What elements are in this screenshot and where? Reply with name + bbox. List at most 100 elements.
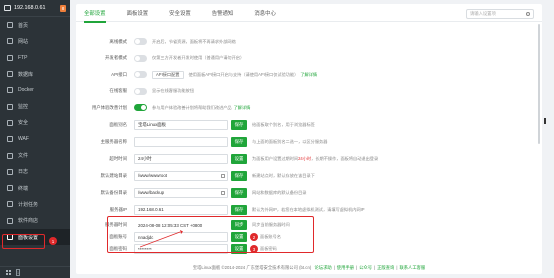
field-label: 默认备份目录 <box>100 189 127 195</box>
search-input[interactable]: 请输入设置项 <box>466 9 534 19</box>
tab-0[interactable]: 全部设置 <box>84 4 106 23</box>
tab-3[interactable]: 告警通知 <box>212 4 234 22</box>
menu-grid-icon[interactable] <box>6 269 12 276</box>
field-action-button[interactable]: 保存 <box>231 119 247 130</box>
api-config-button[interactable]: API接口配置 <box>152 70 184 79</box>
footer-separator: | <box>355 265 358 270</box>
ftp-icon <box>7 54 13 61</box>
folder-icon[interactable] <box>221 190 225 195</box>
toggle-label: 开发者模式 <box>105 55 127 60</box>
tab-2[interactable]: 安全设置 <box>169 4 191 22</box>
footer-link[interactable]: 使用手册 <box>337 265 354 270</box>
search-icon[interactable] <box>526 12 530 16</box>
sidebar-item-label: 软件商店 <box>18 218 39 225</box>
annotation-1: 1 <box>49 237 57 245</box>
field-value: /www/wwwroot <box>138 173 168 178</box>
sidebar-item-12[interactable]: 软件商店 <box>0 213 70 229</box>
toggle-row: API接口 API接口配置 使用面板API接口开启与支持（请使用API接口仅试验功能… <box>76 69 317 80</box>
sidebar-item-10[interactable]: 终端 <box>0 180 70 196</box>
field-row: 面板别名 宝塔Linux面板 保存 给面板取个别名，用于浏览器标签 <box>76 119 315 130</box>
footer-link[interactable]: 论坛求助 <box>314 265 331 270</box>
footer-separator: | <box>374 265 376 270</box>
sidebar-item-0[interactable]: 首页 <box>0 17 70 33</box>
field-label: 主服务器名称 <box>100 138 127 144</box>
sidebar-item-11[interactable]: 计划任务 <box>0 196 70 212</box>
store-icon <box>7 217 13 224</box>
sidebar-item-5[interactable]: 监控 <box>0 98 70 114</box>
field-action-button[interactable]: 保存 <box>231 187 247 198</box>
terminal-icon <box>7 185 13 192</box>
toggle-label: 用户体验改善计划 <box>91 104 127 110</box>
annotation-arrow <box>140 230 183 248</box>
learn-more-link[interactable]: 了解详情 <box>234 105 251 111</box>
toggle-switch[interactable] <box>134 38 147 45</box>
field-label: 面板别名 <box>109 121 127 127</box>
sidebar-item-label: 数据库 <box>18 71 34 78</box>
text-cursor-icon <box>544 118 546 124</box>
toggle-label: 离线模式 <box>109 38 127 44</box>
server-header[interactable]: 192.168.0.61 8 <box>0 0 70 17</box>
footer-link[interactable]: 联系人工客服 <box>399 265 425 270</box>
field-desc: 为面板用户设置过期时间24小时，长期不操作，面板将自动退出登录 <box>252 155 379 161</box>
footer-link[interactable]: 公众号 <box>359 265 372 270</box>
toggle-label: 在线客服 <box>109 88 127 93</box>
monitor-icon <box>7 103 13 110</box>
field-input[interactable]: /www/backup <box>134 187 228 198</box>
sidebar-count[interactable]: 1 <box>16 269 20 276</box>
sidebar-item-9[interactable]: 日志 <box>0 164 70 180</box>
highlight-box-settings <box>2 234 45 249</box>
footer-link[interactable]: 正版查询 <box>377 265 394 270</box>
field-input[interactable]: 192.168.0.61 <box>134 204 228 215</box>
field-action-button[interactable]: 保存 <box>231 136 247 147</box>
field-value: 24小时 <box>138 155 152 161</box>
sidebar-item-label: WAF <box>18 136 29 143</box>
toggle-switch[interactable] <box>134 54 147 62</box>
shield-icon <box>7 119 13 126</box>
field-action-button[interactable]: 设置 <box>231 153 247 164</box>
timeout-desc-tail: ，长期不操作，面板将自动退出登录 <box>311 155 379 161</box>
field-label: 默认建站目录 <box>100 172 127 178</box>
sidebar-item-4[interactable]: Docker <box>0 82 70 98</box>
field-desc: 新建站点时，默认存放在该目录下 <box>252 172 315 178</box>
server-ip: 192.168.0.61 <box>14 5 46 11</box>
page-footer: 宝塔Linux面板 ©2014-2024 广东堡塔安全技术有限公司 (bt.cn… <box>76 265 542 271</box>
toggle-switch[interactable] <box>134 71 147 78</box>
field-row: 默认建站目录/www/wwwroot 保存 新建站点时，默认存放在该目录下 <box>76 170 315 181</box>
sidebar-item-6[interactable]: 安全 <box>0 115 70 131</box>
field-label: 服务器IP <box>109 206 127 212</box>
toggle-row: 离线模式 开启后，节省资源，面板将不再请求外部网络 <box>76 36 236 47</box>
sidebar-item-8[interactable]: 文件 <box>0 147 70 163</box>
scrollbar-thumb[interactable] <box>538 24 540 144</box>
scrollbar[interactable] <box>538 24 541 272</box>
sidebar-item-1[interactable]: 网站 <box>0 33 70 49</box>
folder-icon[interactable] <box>221 173 225 178</box>
toggle-row: 用户体验改善计划 参与用户体验改善计划将帮助我们改进产品 了解详情 <box>76 102 250 113</box>
field-desc: 与上面的面板别名二选一，以区分服务器 <box>252 138 328 144</box>
toggle-desc: 仅第三方开发者开发时使用（普通用户请勿开启） <box>152 55 245 60</box>
field-row: 默认备份目录/www/backup 保存 网站和数据库的默认备份目录 <box>76 187 306 198</box>
field-input[interactable]: 宝塔Linux面板 <box>134 119 228 130</box>
toggle-label: API接口 <box>111 71 127 77</box>
waf-icon <box>7 136 13 143</box>
field-action-button[interactable]: 保存 <box>231 170 247 181</box>
sidebar-item-label: 首页 <box>18 22 29 29</box>
sidebar-item-7[interactable]: WAF <box>0 131 70 147</box>
tab-1[interactable]: 面板设置 <box>127 4 149 22</box>
sidebar: 192.168.0.61 8 首页网站 FTP 数据库 Docker 监控安全 WAF 文件… <box>0 0 70 278</box>
sidebar-item-2[interactable]: FTP <box>0 50 70 66</box>
toggle-switch[interactable] <box>134 87 147 95</box>
field-input[interactable] <box>134 136 228 147</box>
globe-icon <box>7 38 13 45</box>
home-icon <box>7 22 13 29</box>
sidebar-item-label: 终端 <box>18 185 29 192</box>
tab-4[interactable]: 消息中心 <box>254 4 276 22</box>
field-action-button[interactable]: 保存 <box>231 204 247 215</box>
field-input[interactable]: /www/wwwroot <box>134 170 228 181</box>
learn-more-link[interactable]: 了解详情 <box>300 72 317 78</box>
notification-badge[interactable]: 8 <box>60 4 66 12</box>
sidebar-item-label: 安全 <box>18 120 29 127</box>
field-input[interactable]: 24小时 <box>134 153 228 164</box>
sidebar-item-3[interactable]: 数据库 <box>0 66 70 82</box>
highlight-box-account <box>107 216 314 253</box>
toggle-switch[interactable] <box>134 104 147 111</box>
